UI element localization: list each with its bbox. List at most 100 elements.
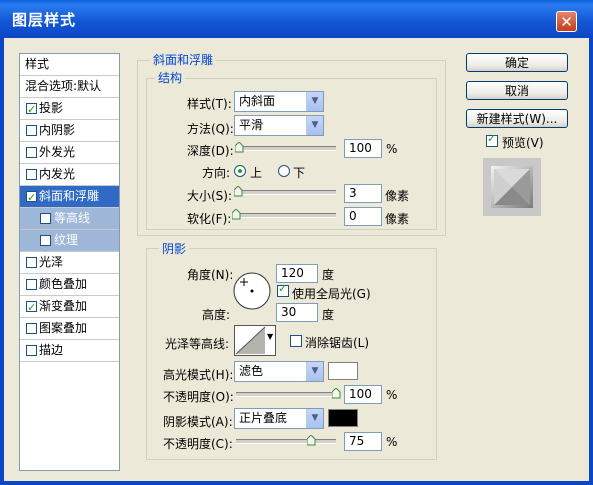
window-frame-right — [589, 38, 593, 485]
highlight-opacity-thumb[interactable] — [332, 388, 341, 399]
structure-title: 结构 — [155, 69, 186, 86]
style-item-checkbox[interactable] — [26, 279, 37, 290]
depth-input[interactable]: 100 — [344, 139, 382, 158]
chevron-down-icon: ▼ — [306, 409, 323, 428]
style-item-checkbox[interactable] — [26, 257, 37, 268]
new-style-button[interactable]: 新建样式(W)... — [466, 109, 568, 128]
style-item-checkbox[interactable] — [26, 187, 37, 208]
anti-alias-checkbox[interactable] — [290, 335, 302, 347]
style-item-label: 描边 — [39, 343, 64, 357]
style-item[interactable]: 渐变叠加 — [20, 296, 119, 318]
ok-button[interactable]: 确定 — [466, 53, 568, 72]
style-item[interactable]: 内发光 — [20, 164, 119, 186]
direction-up-radio[interactable] — [234, 165, 246, 177]
contour-dropdown-icon[interactable]: ▼ — [267, 332, 273, 341]
window-frame-left — [0, 38, 4, 485]
style-item-label: 颜色叠加 — [39, 277, 88, 291]
preview-checkbox[interactable] — [486, 132, 498, 147]
angle-unit: 度 — [322, 268, 335, 282]
style-item-label: 等高线 — [54, 211, 91, 225]
styles-list-header[interactable]: 样式 — [20, 54, 119, 76]
style-item-checkbox[interactable] — [26, 345, 37, 356]
soften-slider-track[interactable] — [236, 213, 336, 218]
angle-dial[interactable] — [232, 271, 272, 311]
style-item[interactable]: 图案叠加 — [20, 318, 119, 340]
styles-list[interactable]: 样式混合选项:默认投影内阴影外发光内发光斜面和浮雕等高线纹理光泽颜色叠加渐变叠加… — [19, 53, 120, 471]
depth-slider-track[interactable] — [236, 146, 336, 151]
depth-unit: % — [386, 142, 398, 156]
title-bar[interactable] — [0, 0, 593, 38]
style-item-label: 样式 — [25, 57, 50, 71]
shadow-mode-value: 正片叠底 — [239, 411, 288, 425]
highlight-opacity-input[interactable]: 100 — [344, 385, 382, 404]
shadow-opacity-input[interactable]: 75 — [344, 432, 382, 451]
direction-down-radio[interactable] — [278, 165, 290, 177]
blending-options-item[interactable]: 混合选项:默认 — [20, 76, 119, 98]
shadow-color-swatch[interactable] — [328, 409, 358, 427]
depth-slider-thumb[interactable] — [235, 142, 244, 153]
altitude-label: 高度: — [202, 308, 231, 322]
highlight-mode-select[interactable]: 滤色 ▼ — [234, 361, 324, 382]
soften-label: 软化(F): — [187, 212, 232, 226]
style-label: 样式(T): — [187, 97, 232, 111]
shadow-opacity-track[interactable] — [236, 439, 336, 444]
close-button[interactable]: ✕ — [556, 11, 577, 32]
preview-swatch-icon — [491, 166, 533, 208]
angle-input[interactable]: 120 — [276, 264, 318, 283]
soften-slider-thumb[interactable] — [232, 209, 241, 220]
style-item[interactable]: 颜色叠加 — [20, 274, 119, 296]
direction-down-label: 下 — [293, 166, 306, 180]
style-item-label: 外发光 — [39, 145, 76, 159]
style-item[interactable]: 内阴影 — [20, 120, 119, 142]
style-item-checkbox[interactable] — [26, 125, 37, 136]
highlight-color-swatch[interactable] — [328, 362, 358, 380]
style-item-label: 内发光 — [39, 167, 76, 181]
bevel-style-select[interactable]: 内斜面 ▼ — [234, 91, 324, 112]
gloss-contour-picker[interactable]: ▼ — [234, 325, 276, 356]
style-item[interactable]: 外发光 — [20, 142, 119, 164]
style-item[interactable]: 纹理 — [20, 230, 119, 252]
technique-value: 平滑 — [239, 118, 264, 132]
contour-curve-icon — [235, 326, 266, 355]
style-item-label: 图案叠加 — [39, 321, 88, 335]
style-item[interactable]: 等高线 — [20, 208, 119, 230]
style-item-checkbox[interactable] — [26, 297, 37, 318]
altitude-unit: 度 — [322, 308, 335, 322]
altitude-input[interactable]: 30 — [276, 303, 318, 322]
size-input[interactable]: 3 — [344, 184, 382, 203]
style-item-checkbox[interactable] — [26, 323, 37, 334]
shadow-opacity-thumb[interactable] — [307, 435, 316, 446]
style-item-label: 渐变叠加 — [39, 299, 88, 313]
anti-alias-label: 消除锯齿(L) — [305, 336, 370, 350]
technique-label: 方法(Q): — [187, 122, 234, 136]
style-item-label: 光泽 — [39, 255, 64, 269]
size-unit: 像素 — [385, 189, 410, 203]
style-item-label: 混合选项:默认 — [25, 79, 102, 93]
shadow-mode-select[interactable]: 正片叠底 ▼ — [234, 408, 324, 429]
style-item[interactable]: 投影 — [20, 98, 119, 120]
cancel-button[interactable]: 取消 — [466, 81, 568, 100]
style-item-checkbox[interactable] — [40, 235, 51, 246]
size-slider-thumb[interactable] — [234, 186, 243, 197]
style-item[interactable]: 光泽 — [20, 252, 119, 274]
global-light-checkbox[interactable] — [277, 282, 289, 297]
shading-title: 阴影 — [159, 240, 190, 257]
highlight-opacity-unit: % — [386, 388, 398, 402]
highlight-opacity-track[interactable] — [236, 392, 336, 397]
style-item[interactable]: 描边 — [20, 340, 119, 362]
soften-input[interactable]: 0 — [344, 207, 382, 226]
technique-select[interactable]: 平滑 ▼ — [234, 115, 324, 136]
chevron-down-icon: ▼ — [306, 116, 323, 135]
shadow-opacity-unit: % — [386, 435, 398, 449]
style-item-checkbox[interactable] — [26, 99, 37, 120]
style-item-checkbox[interactable] — [26, 169, 37, 180]
global-light-label: 使用全局光(G) — [292, 287, 371, 301]
shadow-opacity-label: 不透明度(C): — [163, 437, 233, 451]
style-item[interactable]: 斜面和浮雕 — [20, 186, 119, 208]
chevron-down-icon: ▼ — [306, 92, 323, 111]
bevel-style-value: 内斜面 — [239, 94, 276, 108]
style-item-checkbox[interactable] — [40, 213, 51, 224]
size-slider-track[interactable] — [236, 190, 336, 195]
style-item-checkbox[interactable] — [26, 147, 37, 158]
style-item-label: 纹理 — [54, 233, 79, 247]
